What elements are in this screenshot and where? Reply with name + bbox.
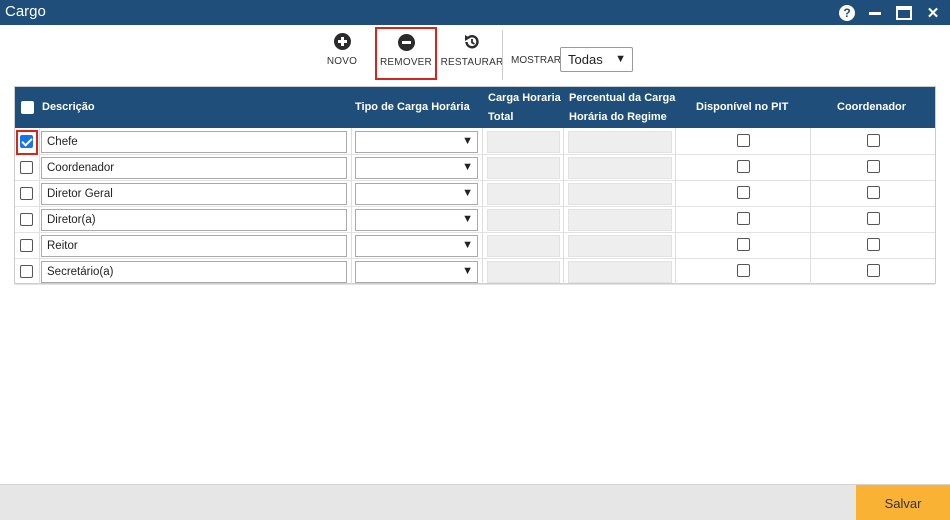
tipo-carga-select[interactable]: ▼ <box>355 131 478 153</box>
window-titlebar: Cargo ? ✕ <box>0 0 950 25</box>
descricao-input[interactable]: Diretor Geral <box>41 183 347 205</box>
tipo-carga-select[interactable]: ▼ <box>355 261 478 283</box>
restaurar-label: RESTAURAR <box>440 57 504 68</box>
chevron-down-icon: ▼ <box>462 213 473 225</box>
carga-total-field <box>487 209 560 231</box>
disponivel-pit-checkbox[interactable] <box>737 186 750 199</box>
col-percentual-line2: Horária do Regime <box>569 111 667 123</box>
chevron-down-icon: ▼ <box>462 239 473 251</box>
percentual-field <box>568 157 672 179</box>
coordenador-checkbox[interactable] <box>867 160 880 173</box>
descricao-value: Diretor(a) <box>47 214 96 226</box>
table-row: Secretário(a) ▼ <box>15 259 935 285</box>
mostrar-value: Todas <box>568 52 603 67</box>
select-all-checkbox[interactable] <box>21 101 34 114</box>
save-button[interactable]: Salvar <box>856 485 950 520</box>
mostrar-label: MOSTRAR: <box>511 55 564 66</box>
descricao-value: Chefe <box>47 136 78 148</box>
table-row: Chefe ▼ <box>15 129 935 155</box>
percentual-field <box>568 209 672 231</box>
remover-button[interactable]: REMOVER <box>375 27 437 80</box>
chevron-down-icon: ▼ <box>462 265 473 277</box>
descricao-input[interactable]: Secretário(a) <box>41 261 347 283</box>
carga-total-field <box>487 131 560 153</box>
minimize-button[interactable] <box>864 0 886 25</box>
footer-bar: Salvar <box>0 484 950 520</box>
chevron-down-icon: ▼ <box>462 161 473 173</box>
descricao-value: Secretário(a) <box>47 266 114 278</box>
col-carga-total-line1: Carga Horaria <box>488 92 561 104</box>
disponivel-pit-checkbox[interactable] <box>737 134 750 147</box>
disponivel-pit-checkbox[interactable] <box>737 160 750 173</box>
descricao-value: Reitor <box>47 240 78 252</box>
close-button[interactable]: ✕ <box>922 0 944 25</box>
carga-total-field <box>487 183 560 205</box>
disponivel-pit-checkbox[interactable] <box>737 212 750 225</box>
col-disponivel-pit: Disponível no PIT <box>696 101 789 113</box>
percentual-field <box>568 235 672 257</box>
carga-total-field <box>487 261 560 283</box>
tipo-carga-select[interactable]: ▼ <box>355 209 478 231</box>
mostrar-select[interactable]: Todas ▼ <box>560 47 633 72</box>
descricao-input[interactable]: Chefe <box>41 131 347 153</box>
tipo-carga-select[interactable]: ▼ <box>355 157 478 179</box>
coordenador-checkbox[interactable] <box>867 186 880 199</box>
minus-circle-icon <box>397 34 415 51</box>
percentual-field <box>568 183 672 205</box>
chevron-down-icon: ▼ <box>615 53 626 65</box>
novo-button[interactable]: NOVO <box>325 28 359 81</box>
col-coordenador: Coordenador <box>837 101 907 113</box>
selected-checkbox-highlight <box>16 130 38 155</box>
chevron-down-icon: ▼ <box>462 135 473 147</box>
window-title: Cargo <box>5 3 46 20</box>
table-row: Diretor Geral ▼ <box>15 181 935 207</box>
row-select-checkbox[interactable] <box>20 161 33 174</box>
percentual-field <box>568 131 672 153</box>
col-carga-total-line2: Total <box>488 111 514 123</box>
restaurar-button[interactable]: RESTAURAR <box>441 28 503 81</box>
chevron-down-icon: ▼ <box>462 187 473 199</box>
table-row: Diretor(a) ▼ <box>15 207 935 233</box>
row-select-checkbox[interactable] <box>20 265 33 278</box>
close-icon: ✕ <box>926 4 940 22</box>
col-tipo-carga: Tipo de Carga Horária <box>355 101 470 113</box>
col-percentual-line1: Percentual da Carga <box>569 92 676 104</box>
descricao-input[interactable]: Reitor <box>41 235 347 257</box>
disponivel-pit-checkbox[interactable] <box>737 238 750 251</box>
remover-label: REMOVER <box>380 57 432 68</box>
percentual-field <box>568 261 672 283</box>
tipo-carga-select[interactable]: ▼ <box>355 235 478 257</box>
descricao-input[interactable]: Diretor(a) <box>41 209 347 231</box>
tipo-carga-select[interactable]: ▼ <box>355 183 478 205</box>
toolbar-separator <box>502 30 503 80</box>
table-row: Coordenador ▼ <box>15 155 935 181</box>
row-select-checkbox[interactable] <box>20 239 33 252</box>
restore-icon <box>465 35 479 49</box>
descricao-value: Diretor Geral <box>47 188 113 200</box>
minimize-icon <box>869 12 881 15</box>
descricao-value: Coordenador <box>47 162 115 174</box>
help-icon: ? <box>839 4 855 21</box>
table-row: Reitor ▼ <box>15 233 935 259</box>
row-select-checkbox[interactable] <box>20 187 33 200</box>
coordenador-checkbox[interactable] <box>867 134 880 147</box>
coordenador-checkbox[interactable] <box>867 264 880 277</box>
row-divider <box>15 284 935 285</box>
maximize-icon <box>896 5 912 20</box>
descricao-input[interactable]: Coordenador <box>41 157 347 179</box>
carga-total-field <box>487 157 560 179</box>
grid-header: Descrição Tipo de Carga Horária Carga Ho… <box>15 87 935 128</box>
disponivel-pit-checkbox[interactable] <box>737 264 750 277</box>
maximize-button[interactable] <box>893 0 915 25</box>
row-select-checkbox[interactable] <box>20 213 33 226</box>
plus-circle-icon <box>333 33 351 50</box>
carga-total-field <box>487 235 560 257</box>
help-button[interactable]: ? <box>836 0 858 25</box>
cargo-grid: Descrição Tipo de Carga Horária Carga Ho… <box>14 86 936 285</box>
novo-label: NOVO <box>326 56 358 67</box>
col-descricao: Descrição <box>42 101 95 113</box>
coordenador-checkbox[interactable] <box>867 238 880 251</box>
coordenador-checkbox[interactable] <box>867 212 880 225</box>
